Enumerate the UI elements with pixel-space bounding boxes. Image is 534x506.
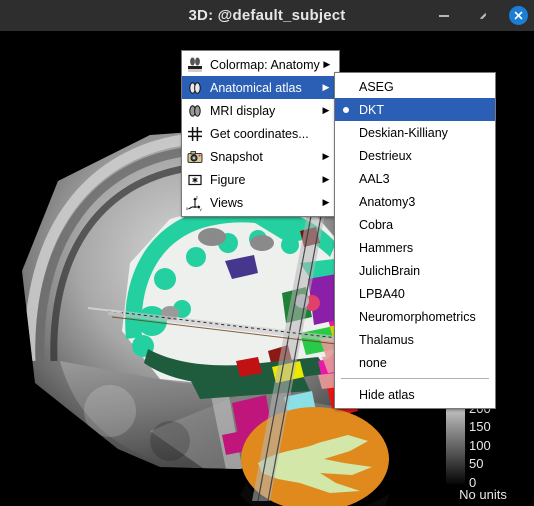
window-title: 3D: @default_subject xyxy=(188,7,346,24)
radio-dot-icon xyxy=(335,337,357,343)
close-button[interactable] xyxy=(509,6,528,25)
atlas-item-label: Thalamus xyxy=(359,332,414,347)
radio-dot-icon xyxy=(335,106,357,113)
radio-dot-icon xyxy=(335,245,357,251)
svg-text:y: y xyxy=(200,207,203,211)
atlas-item-label: DKT xyxy=(359,102,384,117)
menu-item-figure[interactable]: Figure ▶ xyxy=(182,168,339,191)
atlas-item-label: LPBA40 xyxy=(359,286,405,301)
chevron-right-icon: ▶ xyxy=(322,151,330,161)
atlas-item-dkt[interactable]: DKT xyxy=(335,98,495,121)
menu-item-anatomical-atlas[interactable]: Anatomical atlas ▶ xyxy=(182,76,339,99)
radio-dot-icon xyxy=(335,360,357,366)
menu-item-mri-display[interactable]: MRI display ▶ xyxy=(182,99,339,122)
chevron-right-icon: ▶ xyxy=(322,174,330,184)
atlas-item-lpba40[interactable]: LPBA40 xyxy=(335,282,495,305)
menu-item-label: Views xyxy=(210,195,244,210)
atlas-item-hide-atlas[interactable]: Hide atlas xyxy=(335,383,495,406)
figure-icon xyxy=(182,168,208,191)
atlas-item-none[interactable]: none xyxy=(335,351,495,374)
mri-icon xyxy=(182,99,208,122)
chevron-right-icon: ▶ xyxy=(322,105,330,115)
chevron-right-icon: ▶ xyxy=(322,82,330,92)
maximize-button[interactable] xyxy=(471,5,493,27)
menu-separator xyxy=(341,378,489,379)
atlas-item-label: Deskian-Killiany xyxy=(359,125,448,140)
radio-dot-icon xyxy=(335,222,357,228)
window-titlebar: 3D: @default_subject xyxy=(0,0,534,31)
atlas-item-julichbrain[interactable]: JulichBrain xyxy=(335,259,495,282)
window-controls xyxy=(433,0,528,31)
atlas-item-label: none xyxy=(359,355,387,370)
app-window: 3D: @default_subject 150 100 50 0 No uni… xyxy=(0,0,534,506)
radio-dot-icon xyxy=(335,84,357,90)
menu-item-views[interactable]: x z y Views ▶ xyxy=(182,191,339,214)
atlas-item-hammers[interactable]: Hammers xyxy=(335,236,495,259)
colorbar-units-label: No units xyxy=(459,487,507,502)
atlas-icon xyxy=(182,76,208,99)
radio-dot-icon xyxy=(335,176,357,182)
atlas-item-neuromorphometrics[interactable]: Neuromorphometrics xyxy=(335,305,495,328)
atlas-item-label: Destrieux xyxy=(359,148,412,163)
atlas-item-label: Hide atlas xyxy=(359,387,415,402)
atlas-item-deskian-killiany[interactable]: Deskian-Killiany xyxy=(335,121,495,144)
crosshair-icon xyxy=(182,122,208,145)
atlas-item-label: Neuromorphometrics xyxy=(359,309,476,324)
radio-dot-icon xyxy=(335,130,357,136)
context-menu-main: Colormap: Anatomy ▶ Anatomical atlas ▶ M… xyxy=(181,50,340,217)
atlas-item-thalamus[interactable]: Thalamus xyxy=(335,328,495,351)
radio-dot-icon xyxy=(335,314,357,320)
menu-item-label: Anatomical atlas xyxy=(210,80,302,95)
minimize-icon xyxy=(439,14,449,17)
menu-item-label: Snapshot xyxy=(210,149,263,164)
atlas-item-label: Cobra xyxy=(359,217,394,232)
radio-dot-icon xyxy=(335,268,357,274)
atlas-item-destrieux[interactable]: Destrieux xyxy=(335,144,495,167)
atlas-item-label: AAL3 xyxy=(359,171,390,186)
maximize-icon xyxy=(478,11,486,19)
radio-dot-icon xyxy=(335,392,357,398)
svg-text:z: z xyxy=(196,195,199,200)
colormap-icon xyxy=(182,53,208,76)
minimize-button[interactable] xyxy=(433,5,455,27)
menu-item-label: Get coordinates... xyxy=(210,126,309,141)
menu-item-snapshot[interactable]: Snapshot ▶ xyxy=(182,145,339,168)
axes-icon: x z y xyxy=(182,191,208,214)
chevron-right-icon: ▶ xyxy=(323,59,331,69)
atlas-item-label: Hammers xyxy=(359,240,414,255)
colorbar-tick: 150 xyxy=(469,419,491,435)
menu-item-label: Figure xyxy=(210,172,246,187)
chevron-right-icon: ▶ xyxy=(322,197,330,207)
menu-item-colormap[interactable]: Colormap: Anatomy ▶ xyxy=(182,53,339,76)
colorbar-tick: 50 xyxy=(469,456,484,472)
atlas-item-aal3[interactable]: AAL3 xyxy=(335,167,495,190)
menu-item-label: MRI display xyxy=(210,103,276,118)
atlas-item-aseg[interactable]: ASEG xyxy=(335,75,495,98)
camera-icon xyxy=(182,145,208,168)
atlas-item-label: Anatomy3 xyxy=(359,194,416,209)
radio-dot-icon xyxy=(335,199,357,205)
colorbar-tick: 100 xyxy=(469,437,491,453)
atlas-item-anatomy3[interactable]: Anatomy3 xyxy=(335,190,495,213)
atlas-item-label: ASEG xyxy=(359,79,394,94)
close-icon xyxy=(514,11,523,20)
radio-dot-icon xyxy=(335,291,357,297)
menu-item-get-coordinates[interactable]: Get coordinates... xyxy=(182,122,339,145)
menu-item-label: Colormap: Anatomy xyxy=(210,57,320,72)
atlas-item-cobra[interactable]: Cobra xyxy=(335,213,495,236)
atlas-item-label: JulichBrain xyxy=(359,263,421,278)
context-menu-atlas: ASEG DKT Deskian-Killiany Destrieux AAL3… xyxy=(334,72,496,409)
radio-dot-icon xyxy=(335,153,357,159)
